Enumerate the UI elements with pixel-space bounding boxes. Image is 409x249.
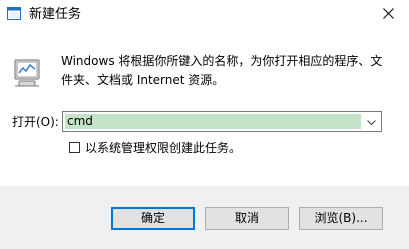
chevron-down-icon bbox=[366, 115, 376, 129]
cancel-button[interactable]: 取消 bbox=[205, 207, 289, 230]
title-bar[interactable]: 新建任务 bbox=[0, 0, 409, 30]
open-label: 打开(O): bbox=[12, 115, 59, 129]
open-input[interactable]: cmd bbox=[65, 114, 361, 129]
open-combobox[interactable]: cmd bbox=[62, 111, 382, 132]
admin-checkbox[interactable] bbox=[69, 142, 80, 153]
ok-button[interactable]: 确定 bbox=[111, 207, 195, 230]
browse-button[interactable]: 浏览(B)... bbox=[299, 207, 383, 230]
window-title: 新建任务 bbox=[29, 7, 82, 22]
run-dialog-icon bbox=[7, 7, 21, 20]
dialog-content: Windows 将根据你所键入的名称，为你打开相应的程序、文件夹、文档或 Int… bbox=[0, 30, 409, 186]
admin-checkbox-label[interactable]: 以系统管理权限创建此任务。 bbox=[85, 140, 241, 156]
close-icon bbox=[382, 8, 394, 22]
dialog-description: Windows 将根据你所键入的名称，为你打开相应的程序、文件夹、文档或 Int… bbox=[61, 54, 383, 87]
dropdown-button[interactable] bbox=[363, 114, 379, 129]
create-new-task-dialog: 新建任务 Windows 将根据你所键入的名称，为你打开相应的程序、文件夹、文档… bbox=[0, 0, 409, 249]
run-dialog-icon bbox=[11, 57, 43, 89]
close-button[interactable] bbox=[367, 0, 409, 30]
